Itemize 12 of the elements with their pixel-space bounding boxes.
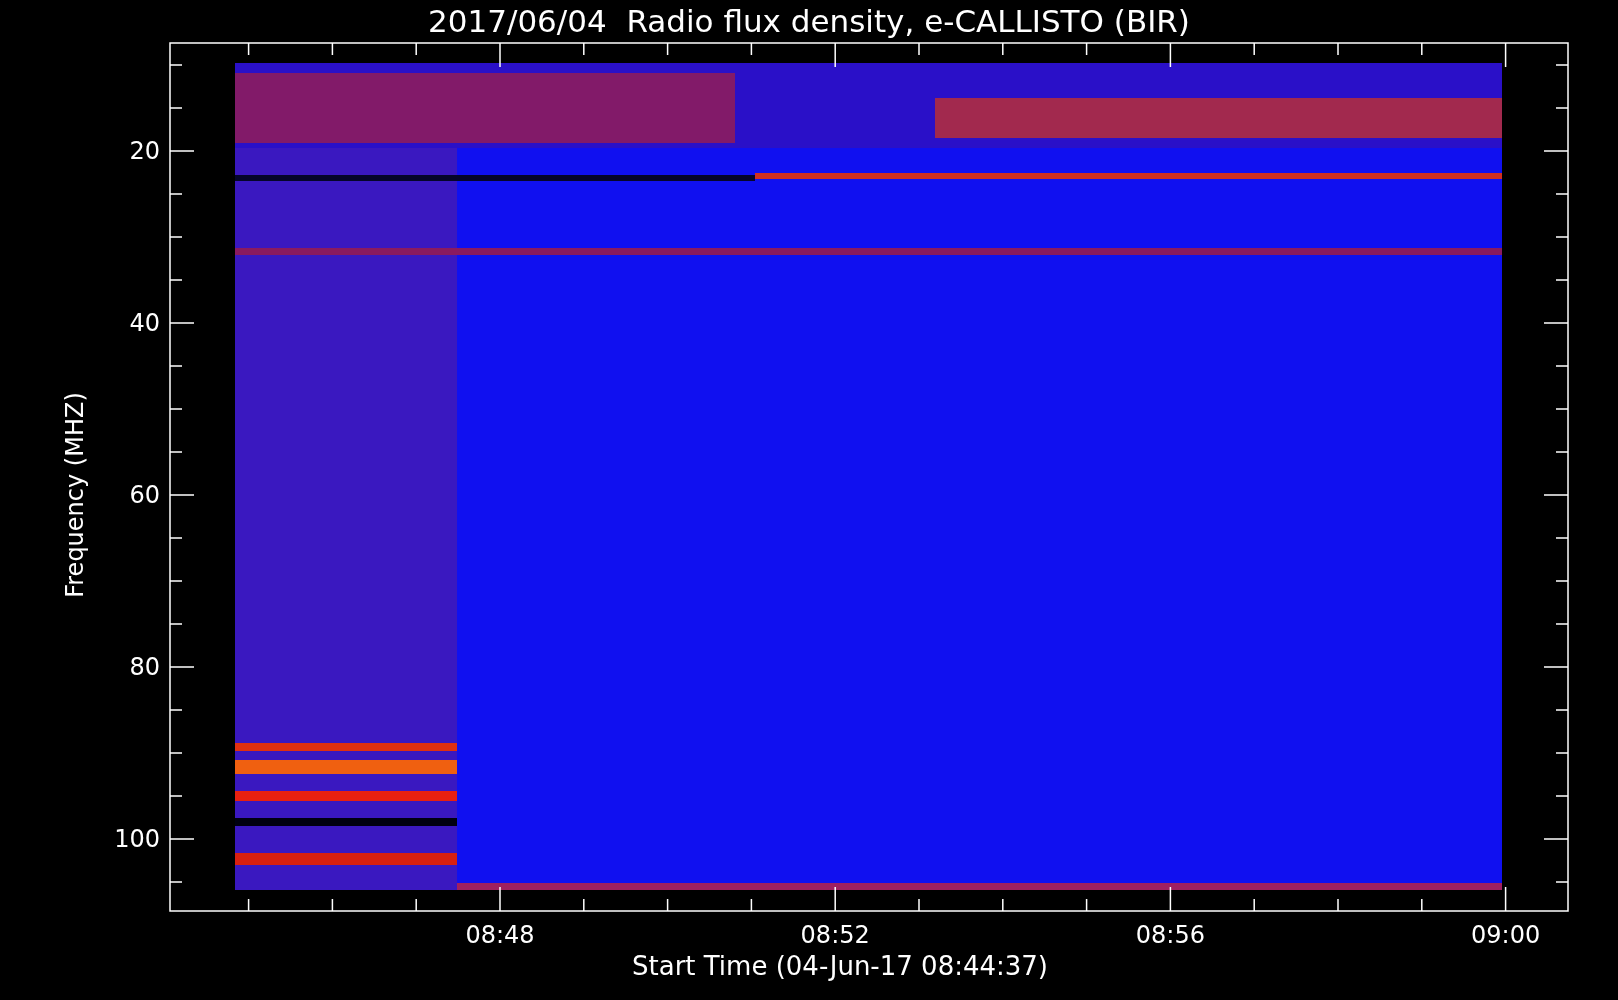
axis-label: Frequency (MHZ) <box>60 391 90 600</box>
axis-tick-label: 08:52 <box>799 920 871 950</box>
axis-tick-label: 20 <box>129 136 160 166</box>
axis-tick-label: 100 <box>114 824 160 854</box>
axis-tick-label: 60 <box>129 480 160 510</box>
axis-tick-label: 08:48 <box>464 920 536 950</box>
axis-tick-label: 80 <box>129 652 160 682</box>
chart-title: 2017/06/04 Radio flux density, e-CALLISTO (BIR) <box>427 2 1191 40</box>
axis-tick-label: 08:56 <box>1134 920 1206 950</box>
axis-label: Start Time (04-Jun-17 08:44:37) <box>631 950 1049 982</box>
axis-tick-label: 09:00 <box>1470 920 1542 950</box>
axis-tick-label: 40 <box>129 308 160 338</box>
